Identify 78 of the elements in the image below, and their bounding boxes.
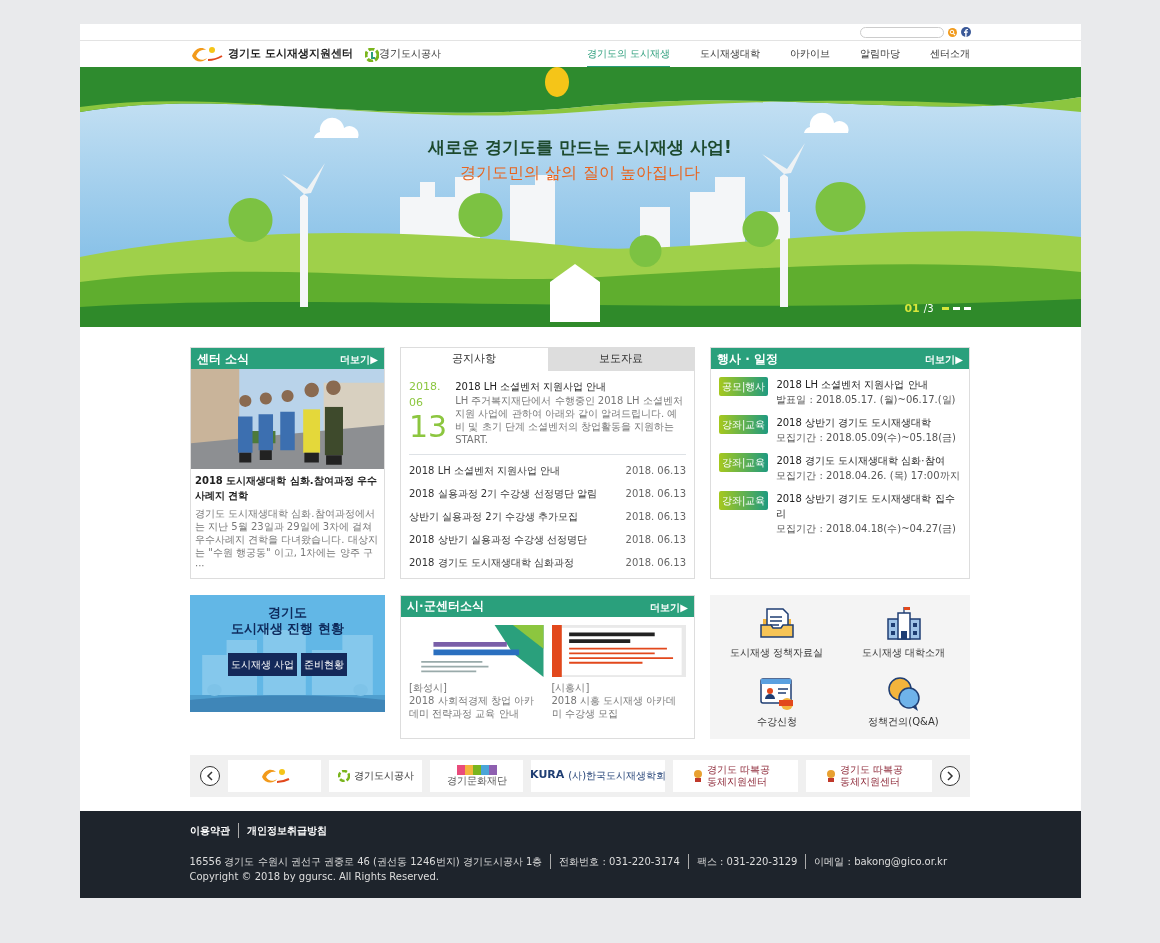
logo-icon	[190, 44, 224, 64]
emblem-icon	[259, 766, 290, 785]
event-link[interactable]: 2018 상반기 경기도 도시재생대학 집수리	[776, 491, 961, 521]
notice-link[interactable]: 2018 실용과정 2기 수강생 선정명단 알림	[409, 485, 597, 501]
notice-date: 2018. 06.13	[625, 555, 686, 570]
notice-date: 2018. 06.13	[625, 486, 686, 501]
slide-indicator[interactable]	[963, 307, 971, 311]
search-icon[interactable]	[947, 27, 957, 37]
city-region: [화성시]	[409, 680, 448, 694]
news-headline[interactable]: 2018 도시재생대학 심화.참여과정 우수사례지 견학	[195, 473, 380, 503]
partner-logo[interactable]: 경기문화재단	[430, 759, 524, 792]
event-period: 모집기간 : 2018.05.09(수)~05.18(금)	[776, 431, 956, 445]
status-button[interactable]: 도시재생 사업	[227, 653, 298, 676]
slide-indicator[interactable]	[952, 307, 960, 311]
slide-counter: 01	[904, 300, 920, 317]
nav-link[interactable]: 센터소개	[930, 40, 970, 68]
event-link[interactable]: 2018 상반기 경기도 도시재생대학	[776, 415, 956, 430]
partner-logo[interactable]	[228, 759, 322, 792]
partner-logo[interactable]: 경기도 따복공동체지원센터	[806, 759, 932, 792]
footer-info: 팩스 : 031-220-3129	[687, 853, 798, 869]
slide-total: /3	[923, 302, 934, 317]
news-summary: 경기도 도시재생대학 심화.참여과정에서는 지난 5월 23일과 29일에 3차에 걸쳐 우수사례지 견학을 다녀왔습니다. 대상지는 "수원 행궁동" 이고, 1차에는 양주 구···	[195, 507, 379, 572]
partner-logo[interactable]: 경기도시공사	[329, 759, 423, 792]
footer-info: 이메일 : bakong@gico.or.kr	[805, 853, 947, 869]
category-tag: 강좌|교육	[719, 491, 769, 510]
chevron-right-icon	[946, 770, 954, 781]
featured-summary: LH 주거복지재단에서 수행중인 2018 LH 소셜벤처 지원 사업에 관하여 아래와 같이 알려드립니다. 예비 및 초기 단계 소셜벤처의 창업활동을 지원하는 START.	[455, 393, 684, 446]
category-tag: 강좌|교육	[719, 453, 769, 472]
panel-title: 행사 · 일정	[717, 350, 778, 368]
chevron-left-icon	[206, 770, 214, 781]
featured-day: 13	[409, 411, 448, 442]
footer-link[interactable]: 이용약관	[189, 822, 230, 838]
category-tag: 강좌|교육	[719, 415, 769, 434]
nav-link[interactable]: 도시재생대학	[700, 40, 760, 68]
partner-logo[interactable]: KURA (사)한국도시재생학회	[531, 759, 665, 792]
panel-title: 시·군센터소식	[407, 598, 484, 615]
footer-info: 16556 경기도 수원시 권선구 권중로 46 (권선동 1246번지) 경기도시공사 1층	[189, 854, 543, 869]
partner-logo-text: 경기도시공사	[378, 45, 441, 62]
featured-month: 2018. 06	[409, 378, 442, 411]
event-period: 모집기간 : 2018.04.26. (목) 17:00까지	[776, 469, 960, 483]
notice-link[interactable]: 2018 LH 소셜벤처 지원사업 안내	[409, 462, 561, 478]
nav-link[interactable]: 아카이브	[790, 40, 830, 68]
status-title: 경기도	[267, 604, 308, 621]
category-tag: 공모|행사	[719, 377, 769, 396]
city-news-link[interactable]: 2018 시흥 도시재생 아카데미 수강생 모집	[551, 693, 686, 720]
panel-title: 센터 소식	[197, 350, 250, 368]
city-news-link[interactable]: 2018 사회적경제 창업 아카데미 전략과정 교육 안내	[409, 693, 544, 720]
event-link[interactable]: 2018 경기도 도시재생대학 심화·참여	[776, 453, 960, 468]
hero-headline: 새로운 경기도를 만드는 도시재생 사업!	[427, 136, 733, 159]
facebook-icon[interactable]	[960, 27, 971, 37]
notice-date: 2018. 06.13	[625, 463, 686, 478]
footer-info: 전화번호 : 031-220-3174	[550, 853, 680, 869]
previous-button[interactable]	[200, 765, 220, 786]
tab[interactable]: 보도자료	[547, 348, 694, 371]
city-region: [시흥시]	[551, 680, 591, 694]
featured-title[interactable]: 2018 LH 소셜벤처 지원사업 안내	[455, 378, 686, 394]
logo-icon	[364, 48, 379, 63]
partner-logo[interactable]: 경기도 따복공동체지원센터	[672, 759, 799, 792]
event-period: 모집기간 : 2018.04.18(수)~04.27(금)	[776, 522, 957, 536]
search-field[interactable]	[859, 26, 944, 38]
event-period: 발표일 : 2018.05.17. (월)~06.17.(일)	[776, 393, 956, 407]
footer-link[interactable]: 개인정보취급방침	[237, 822, 327, 838]
color-blocks-icon	[456, 764, 497, 775]
notice-date: 2018. 06.13	[625, 509, 686, 524]
event-link[interactable]: 2018 LH 소셜벤처 지원사업 안내	[776, 377, 956, 392]
hero-subline: 경기도민의 삶의 질이 높아집니다	[459, 161, 701, 184]
notice-link[interactable]: 상반기 실용과정 2기 수강생 추가모집	[409, 508, 579, 524]
notice-link[interactable]: 2018 경기도 도시재생대학 심화과정	[409, 554, 574, 570]
copyright: Copyright © 2018 by ggursc. All Rights Reserved.	[189, 869, 441, 884]
logo-icon	[337, 769, 350, 782]
notice-link[interactable]: 2018 상반기 실용과정 수강생 선정명단	[409, 531, 588, 547]
site-title: 경기도 도시재생지원센터	[228, 45, 353, 62]
notice-date: 2018. 06.13	[625, 532, 686, 547]
status-button[interactable]: 준비현황	[301, 653, 348, 676]
next-button[interactable]	[940, 765, 960, 786]
nav-link[interactable]: 알림마당	[860, 40, 900, 68]
slide-indicator[interactable]	[941, 307, 949, 311]
status-title: 도시재생 진행 현황	[229, 620, 346, 637]
